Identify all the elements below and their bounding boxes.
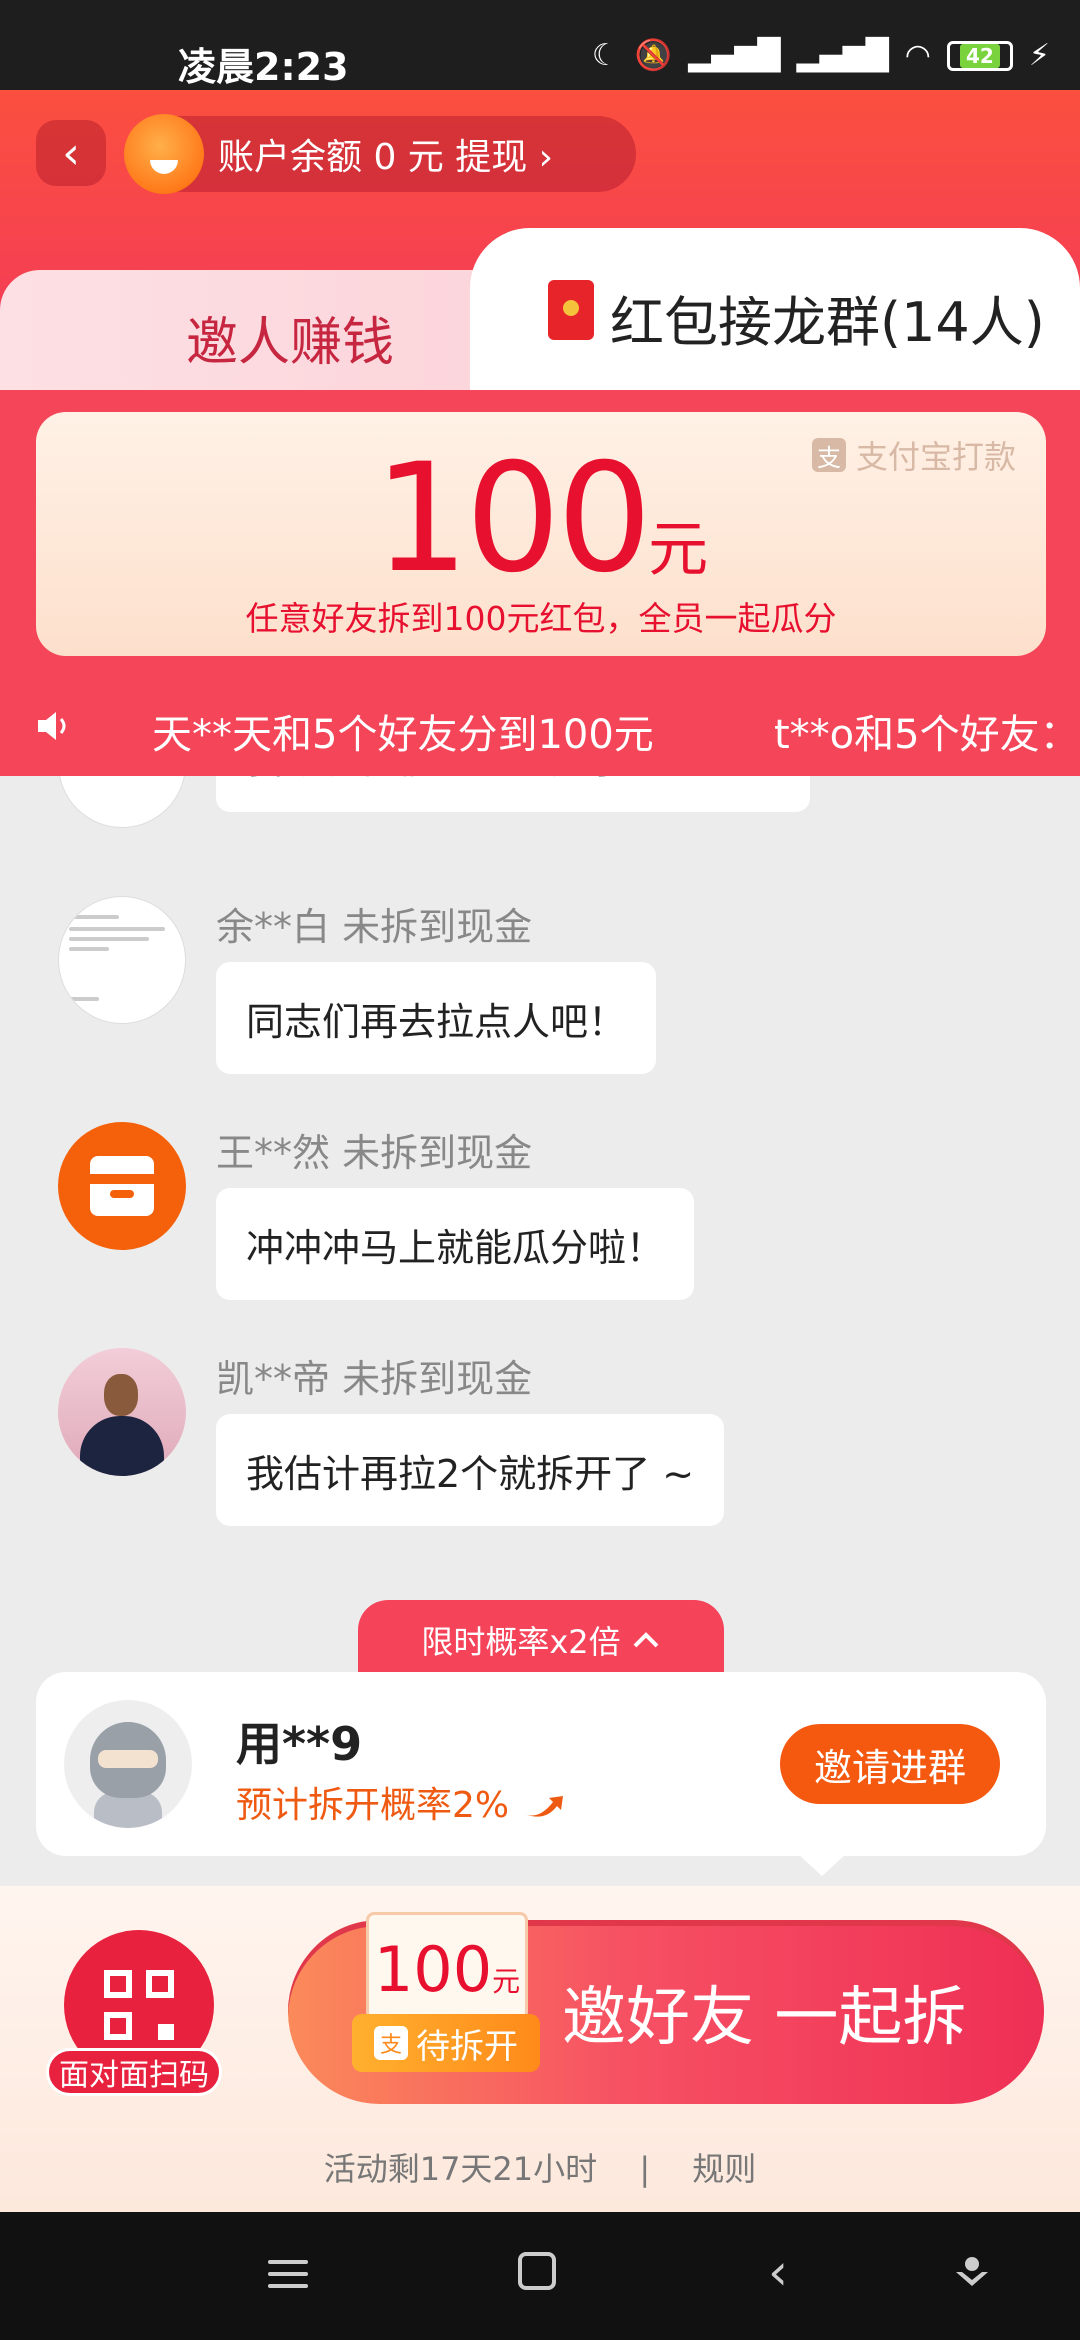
invite-to-group-button[interactable]: 邀请进群 [780, 1724, 1000, 1804]
ticker-item: 天**天和5个好友分到100元 [152, 712, 654, 758]
player-name: 用**9 [236, 1717, 363, 1771]
chevron-up-icon [633, 1632, 659, 1648]
sender-name: 凯**帝 未拆到现金 [216, 1357, 533, 1401]
prize-amount: 100元 [36, 432, 1046, 606]
countdown-text: 活动剩17天21小时 [323, 2150, 598, 2188]
tab-redpacket-group-label: 红包接龙群(14人) [610, 291, 1045, 354]
status-bar: 凌晨2:23 ☾ 🔕 ▂▄▆█ ▂▄▆█ ◠ 42 ⚡ [0, 0, 1080, 90]
message-bubble: 冲冲冲马上就能瓜分啦！ [216, 1188, 695, 1300]
arrow-up-icon [524, 1796, 563, 1817]
prize-number: 100 [373, 432, 652, 606]
balance-text: 账户余额 0 元 提现 › [218, 137, 554, 178]
ticker: 天**天和5个好友分到100元 t**o和5个好友： [0, 690, 1080, 770]
message-bubble: 我估计再拉2个就拆开了 ~ [216, 1414, 725, 1526]
avatar [58, 1122, 186, 1250]
red-packet-icon [548, 280, 594, 340]
mute-bell-icon: 🔕 [634, 38, 673, 73]
footer-info: 活动剩17天21小时 | 规则 [0, 2144, 1080, 2190]
tab-invite-earn-label: 邀人赚钱 [186, 313, 395, 373]
face-to-face-qr-button[interactable]: 面对面扫码 [46, 1930, 222, 2100]
menu-icon[interactable] [268, 2252, 318, 2302]
status-time: 凌晨2:23 [178, 45, 349, 89]
pending-coupon: 100 元 支 待拆开 [352, 1912, 540, 2096]
message-bubble: 同志们再去拉点人吧！ [216, 962, 657, 1074]
avatar [58, 776, 186, 828]
coupon-status: 支 待拆开 [352, 2014, 540, 2072]
charging-icon: ⚡ [1028, 38, 1050, 73]
moon-icon: ☾ [591, 38, 619, 73]
avatar [58, 896, 186, 1024]
boost-toggle[interactable]: 限时概率x2倍 [358, 1600, 724, 1680]
avatar [58, 1348, 186, 1476]
back-button[interactable]: ‹ [36, 120, 106, 186]
prize-unit: 元 [648, 515, 709, 585]
sender-name: 余**白 未拆到现金 [216, 905, 533, 949]
player-card: 用**9 预计拆开概率2% 邀请进群 [36, 1672, 1046, 1856]
chat-list[interactable]: 我朋友他们刚刚瓜分了100元 ~ 余**白 未拆到现金 同志们再去拉点人吧！ 王… [0, 776, 1080, 1686]
separator: | [639, 2150, 651, 2188]
signal-icon: ▂▄▆█ [796, 38, 889, 73]
status-icons: ☾ 🔕 ▂▄▆█ ▂▄▆█ ◠ 42 ⚡ [592, 38, 1050, 73]
rules-link[interactable]: 规则 [692, 2150, 756, 2188]
alipay-icon: 支 [374, 2026, 408, 2060]
card-pointer [798, 1854, 846, 1876]
boost-label: 限时概率x2倍 [421, 1623, 621, 1661]
coupon-amount: 100 元 [366, 1912, 528, 2020]
home-icon[interactable] [518, 2252, 556, 2290]
invite-friends-label: 邀好友 一起拆 [562, 1981, 967, 2055]
wifi-icon: ◠ [904, 38, 931, 73]
store-icon [90, 1156, 154, 1216]
back-icon[interactable]: ‹ [768, 2247, 818, 2302]
balance-withdraw-button[interactable]: 账户余额 0 元 提现 › [124, 114, 636, 194]
action-area: 面对面扫码 邀好友 一起拆 100 元 支 待拆开 活动剩17天21小时 | 规则 [0, 1886, 1080, 2212]
assistant-icon[interactable] [952, 2252, 992, 2292]
message-bubble: 我朋友他们刚刚瓜分了100元 ~ [216, 776, 811, 812]
mascot-icon [124, 114, 204, 194]
sender-name: 王**然 未拆到现金 [216, 1131, 533, 1175]
player-probability: 预计拆开概率2% [236, 1776, 567, 1828]
ticker-item: t**o和5个好友： [774, 712, 1080, 758]
speaker-icon [38, 712, 66, 740]
battery-icon: 42 [946, 40, 1013, 71]
system-nav-bar: ‹ [0, 2212, 1080, 2340]
prize-subtitle: 任意好友拆到100元红包，全员一起瓜分 [245, 599, 837, 638]
chevron-left-icon: ‹ [62, 127, 80, 179]
qr-label: 面对面扫码 [46, 2048, 222, 2096]
signal-icon: ▂▄▆█ [688, 38, 781, 73]
avatar [64, 1700, 192, 1828]
prize-card: 支 支付宝打款 100元 任意好友拆到100元红包，全员一起瓜分 [36, 412, 1046, 656]
